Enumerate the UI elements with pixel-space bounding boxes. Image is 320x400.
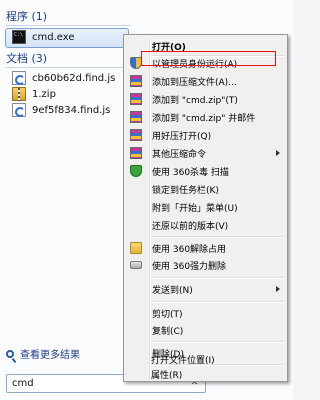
menu-item-label: 剪切(T): [152, 310, 183, 320]
menu-item-label: 添加到 "cmd.zip"(T): [152, 96, 238, 106]
result-item-document[interactable]: 9ef5f834.find.js: [12, 102, 110, 118]
see-more-results-label: 查看更多结果: [20, 350, 80, 361]
submenu-arrow-icon: [276, 286, 280, 292]
menu-separator: [152, 236, 284, 238]
menu-item-label: 用好压打开(Q): [152, 132, 212, 142]
menu-item-properties[interactable]: 属性(R): [125, 366, 284, 382]
section-divider: [6, 25, 130, 26]
menu-item-other-compress-commands[interactable]: 其他压缩命令: [126, 145, 285, 161]
result-item-document[interactable]: 1.zip: [12, 86, 56, 102]
context-menu: 打开(O) 以管理员身份运行(A) 添加到压缩文件(A)... 添加到 "cmd…: [123, 34, 288, 382]
menu-item-label: 发送到(N): [152, 286, 193, 296]
result-item-cmd[interactable]: cmd.exe: [12, 29, 75, 45]
js-file-icon: [12, 103, 26, 117]
archive-icon: [130, 75, 142, 87]
menu-item-label: 添加到 "cmd.zip" 并邮件: [152, 114, 256, 124]
see-more-results-link[interactable]: 查看更多结果: [6, 346, 80, 361]
shredder-icon: [130, 261, 142, 269]
documents-section-header: 文档 (3): [6, 52, 48, 65]
result-label: cb60b62d.find.js: [32, 72, 116, 84]
archive-icon: [130, 111, 142, 123]
menu-item-open-with-haozip[interactable]: 用好压打开(Q): [126, 127, 285, 143]
archive-icon: [130, 93, 142, 105]
zip-file-icon: [12, 87, 26, 101]
folder-icon: [130, 242, 142, 254]
menu-item-restore-versions[interactable]: 还原以前的版本(V): [126, 217, 285, 233]
menu-item-360-force-delete[interactable]: 使用 360强力删除: [126, 257, 285, 273]
menu-item-add-to-zip[interactable]: 添加到 "cmd.zip"(T): [126, 91, 285, 107]
menu-item-label: 属性(R): [151, 371, 183, 381]
result-item-document[interactable]: cb60b62d.find.js: [12, 70, 115, 86]
menu-item-label: 附到「开始」菜单(U): [152, 204, 238, 214]
js-file-icon: [12, 71, 26, 85]
run-as-admin-highlight-box: [141, 51, 276, 66]
menu-separator: [152, 277, 284, 279]
menu-item-add-to-zip-email[interactable]: 添加到 "cmd.zip" 并邮件: [126, 109, 285, 125]
menu-separator: [152, 301, 284, 303]
menu-item-scan-360[interactable]: 使用 360杀毒 扫描: [126, 163, 285, 179]
menu-item-label: 打开文件位置(I): [151, 356, 215, 366]
menu-item-copy[interactable]: 复制(C): [126, 322, 285, 338]
menu-item-add-to-archive[interactable]: 添加到压缩文件(A)...: [126, 73, 285, 89]
archive-icon: [130, 129, 142, 141]
cmd-icon: [12, 30, 26, 44]
menu-item-pin-to-start[interactable]: 附到「开始」菜单(U): [126, 199, 285, 215]
menu-item-label: 使用 360解除占用: [152, 245, 227, 255]
menu-item-label: 其他压缩命令: [152, 150, 207, 160]
menu-item-label: 添加到压缩文件(A)...: [152, 78, 237, 88]
section-divider: [6, 67, 130, 68]
menu-item-label: 使用 360强力删除: [152, 262, 227, 272]
menu-separator: [152, 341, 284, 343]
menu-item-label: 使用 360杀毒 扫描: [152, 168, 229, 178]
menu-item-label: 复制(C): [152, 327, 184, 337]
menu-item-label: 还原以前的版本(V): [152, 222, 229, 232]
result-label: 9ef5f834.find.js: [32, 104, 111, 116]
menu-item-send-to[interactable]: 发送到(N): [126, 281, 285, 297]
search-icon: [6, 349, 14, 358]
result-label: cmd.exe: [32, 31, 75, 43]
submenu-arrow-icon: [276, 150, 280, 156]
menu-item-pin-to-taskbar[interactable]: 锁定到任务栏(K): [126, 181, 285, 197]
menu-item-360-unlock[interactable]: 使用 360解除占用: [126, 240, 285, 256]
archive-icon: [130, 147, 142, 159]
menu-item-cut[interactable]: 剪切(T): [126, 305, 285, 321]
menu-item-open-file-location[interactable]: 打开文件位置(I): [125, 351, 284, 367]
antivirus-shield-icon: [130, 165, 142, 177]
menu-item-label: 锁定到任务栏(K): [152, 186, 219, 196]
programs-section-header: 程序 (1): [6, 10, 48, 23]
result-label: 1.zip: [32, 88, 56, 100]
